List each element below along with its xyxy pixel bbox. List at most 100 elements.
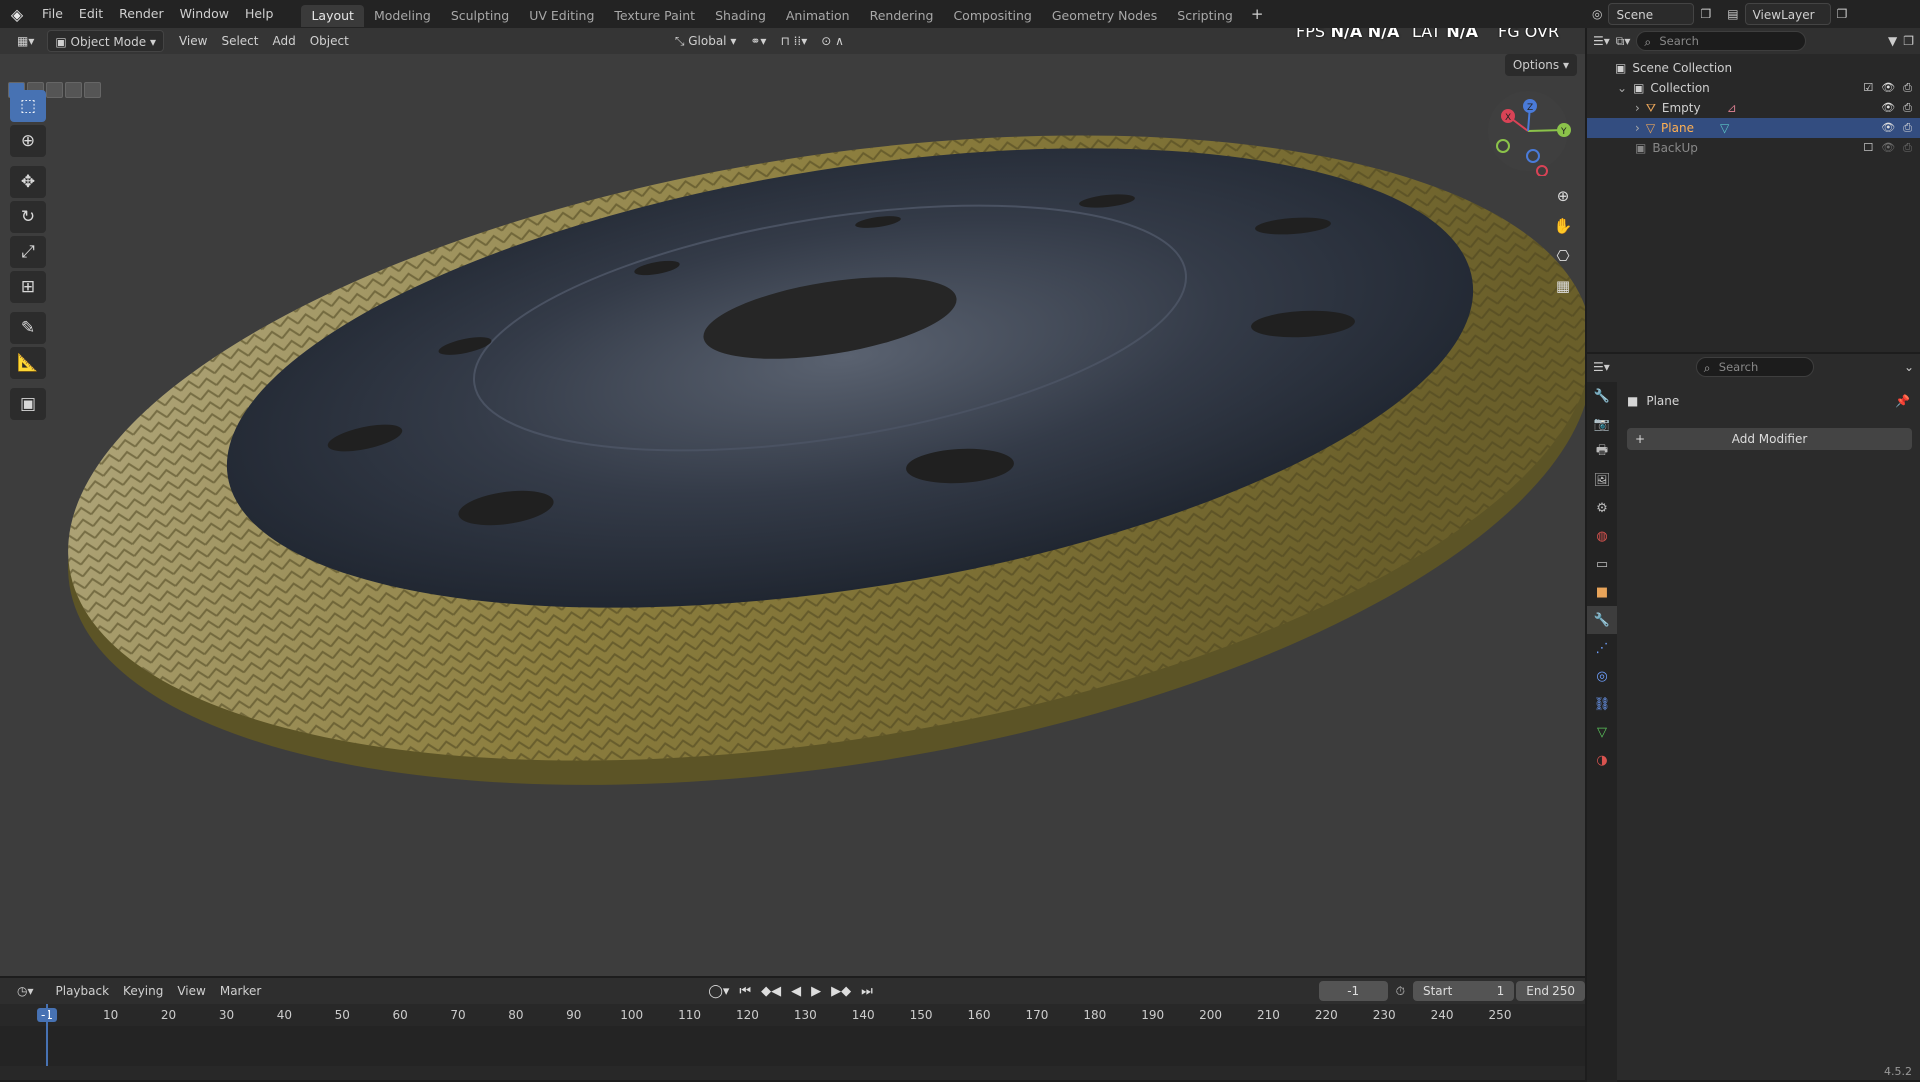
options-button[interactable]: Options ▾ (1504, 54, 1577, 76)
outliner-row-plane[interactable]: › ▽ Plane ▽ 👁 ⎙ (1587, 118, 1920, 138)
camera-icon[interactable]: ⎙ (1903, 101, 1912, 115)
timeline-menu-keying[interactable]: Keying (116, 980, 170, 1002)
3d-viewport[interactable]: ▦▾ ▣ Object Mode ▾ View Select Add Object ⤡… (0, 28, 1585, 976)
frame-ruler[interactable]: -110203040506070809010011012013014015016… (0, 1004, 1585, 1026)
timeline-menu-view[interactable]: View (170, 980, 212, 1002)
tab-animation[interactable]: Animation (776, 5, 860, 27)
viewport-menu-select[interactable]: Select (214, 30, 265, 52)
output-tab-icon[interactable]: 🖶 (1587, 438, 1617, 466)
tab-layout[interactable]: Layout (301, 4, 364, 27)
menu-render[interactable]: Render (111, 0, 172, 28)
checkbox-icon[interactable]: ☑ (1863, 81, 1873, 95)
constraint-icon[interactable]: ⊿ (1727, 101, 1737, 115)
properties-editor-icon[interactable]: ☰▾ (1593, 360, 1610, 374)
material-tab-icon[interactable]: ◑ (1587, 746, 1617, 774)
select-subtract-icon[interactable] (46, 82, 63, 98)
tab-geometry-nodes[interactable]: Geometry Nodes (1042, 5, 1167, 27)
pin-icon[interactable]: 📌 (1895, 394, 1910, 408)
navigation-gizmo[interactable]: X Y Z (1488, 86, 1578, 176)
display-mode-icon[interactable]: ⧉▾ (1616, 34, 1631, 49)
rotate-tool[interactable]: ↻ (10, 201, 46, 233)
current-frame-field[interactable]: -1 (1318, 981, 1388, 1001)
expand-chevron-icon[interactable]: ⌄ (1617, 81, 1627, 95)
viewport-menu-view[interactable]: View (172, 30, 214, 52)
pivot-icon[interactable]: ⚭▾ (743, 30, 773, 52)
chevron-down-icon[interactable]: ⌄ (1904, 360, 1914, 374)
new-scene-icon[interactable]: ❐ (1700, 7, 1711, 21)
view-layer-selector[interactable]: ViewLayer (1744, 3, 1831, 25)
snap-icon[interactable]: ⊓ ⁞⁞▾ (773, 30, 814, 52)
select-box-tool[interactable]: ⬚ (10, 90, 46, 122)
tab-shading[interactable]: Shading (705, 5, 776, 27)
mode-selector[interactable]: ▣ Object Mode ▾ (47, 30, 164, 52)
play-icon[interactable]: ▶ (811, 984, 821, 999)
scene-tab-icon[interactable]: ⚙ (1587, 494, 1617, 522)
camera-view-icon[interactable]: ⎔ (1549, 242, 1577, 270)
add-cube-tool[interactable]: ▣ (10, 388, 46, 420)
measure-tool[interactable]: 📐 (10, 347, 46, 379)
blender-logo-icon[interactable]: ◈ (0, 0, 34, 28)
timeline-editor-icon[interactable]: ◷▾ (10, 980, 41, 1002)
tab-rendering[interactable]: Rendering (860, 5, 944, 27)
scene-icon[interactable]: ◎ (1592, 7, 1602, 21)
camera-icon[interactable]: ⎙ (1903, 81, 1912, 95)
end-frame-field[interactable]: End 250 (1516, 981, 1585, 1001)
new-view-layer-icon[interactable]: ❐ (1837, 7, 1848, 21)
viewport-menu-object[interactable]: Object (303, 30, 356, 52)
world-tab-icon[interactable]: ◍ (1587, 522, 1617, 550)
eye-icon[interactable]: 👁 (1881, 121, 1895, 135)
cursor-tool[interactable]: ⊕ (10, 125, 46, 157)
outliner-row-empty[interactable]: › ⛛ Empty ⊿ 👁 ⎙ (1587, 98, 1920, 118)
particles-tab-icon[interactable]: ⋰ (1587, 634, 1617, 662)
annotate-tool[interactable]: ✎ (10, 312, 46, 344)
scene-selector[interactable]: Scene (1608, 3, 1695, 25)
camera-icon[interactable]: ⎙ (1903, 141, 1912, 155)
add-modifier-button[interactable]: + Add Modifier (1627, 428, 1912, 450)
editor-type-icon[interactable]: ▦▾ (10, 30, 41, 52)
pan-hand-icon[interactable]: ✋ (1549, 212, 1577, 240)
tab-modeling[interactable]: Modeling (364, 5, 441, 27)
transform-orientation[interactable]: ⤡ Global ▾ (668, 30, 744, 52)
eye-icon[interactable]: 👁 (1881, 81, 1895, 95)
ortho-grid-icon[interactable]: ▦ (1549, 272, 1577, 300)
auto-key-icon[interactable]: ◯▾ (708, 984, 729, 999)
menu-edit[interactable]: Edit (71, 0, 111, 28)
filter-icon[interactable]: ▼ (1888, 34, 1897, 48)
scale-tool[interactable]: ⤢ (10, 236, 46, 268)
tab-scripting[interactable]: Scripting (1167, 5, 1243, 27)
checkbox-icon[interactable]: ☐ (1863, 141, 1873, 155)
expand-chevron-icon[interactable]: › (1635, 101, 1640, 115)
physics-tab-icon[interactable]: ◎ (1587, 662, 1617, 690)
select-intersect-icon[interactable] (84, 82, 101, 98)
next-keyframe-icon[interactable]: ▶◆ (831, 984, 851, 999)
constraints-tab-icon[interactable]: ⛓ (1587, 690, 1617, 718)
eye-icon[interactable]: 👁 (1881, 101, 1895, 115)
render-tab-icon[interactable]: 📷 (1587, 410, 1617, 438)
tool-tab-icon[interactable]: 🔧 (1587, 382, 1617, 410)
keyframe-area[interactable] (0, 1004, 1585, 1066)
properties-search[interactable]: ⌕ Search (1695, 357, 1814, 377)
outliner-search[interactable]: ⌕ Search (1636, 31, 1807, 51)
modifier-tab-icon[interactable]: 🔧 (1587, 606, 1617, 634)
outliner-row-collection[interactable]: ⌄ ▣ Collection ☑ 👁 ⎙ (1587, 78, 1920, 98)
data-tab-icon[interactable]: ▽ (1587, 718, 1617, 746)
mesh-data-icon[interactable]: ▽ (1720, 121, 1729, 135)
eye-icon[interactable]: 👁 (1881, 141, 1895, 155)
camera-icon[interactable]: ⎙ (1903, 121, 1912, 135)
play-reverse-icon[interactable]: ◀ (791, 984, 801, 999)
new-collection-icon[interactable]: ❐ (1903, 34, 1914, 48)
select-invert-icon[interactable] (65, 82, 82, 98)
proportional-edit-icon[interactable]: ⊙ ∧ (814, 30, 851, 52)
expand-chevron-icon[interactable]: › (1635, 121, 1640, 135)
move-tool[interactable]: ✥ (10, 166, 46, 198)
menu-file[interactable]: File (34, 0, 71, 28)
view-layer-icon[interactable]: ▤ (1727, 7, 1738, 21)
transform-tool[interactable]: ⊞ (10, 271, 46, 303)
preview-range-icon[interactable]: ⏱ (1396, 984, 1405, 999)
object-tab-icon[interactable]: ■ (1587, 578, 1617, 606)
tab-compositing[interactable]: Compositing (943, 5, 1041, 27)
start-frame-field[interactable]: Start 1 (1412, 981, 1515, 1001)
tab-texture-paint[interactable]: Texture Paint (604, 5, 705, 27)
outliner-editor-icon[interactable]: ☰▾ (1593, 34, 1610, 48)
collection-tab-icon[interactable]: ▭ (1587, 550, 1617, 578)
